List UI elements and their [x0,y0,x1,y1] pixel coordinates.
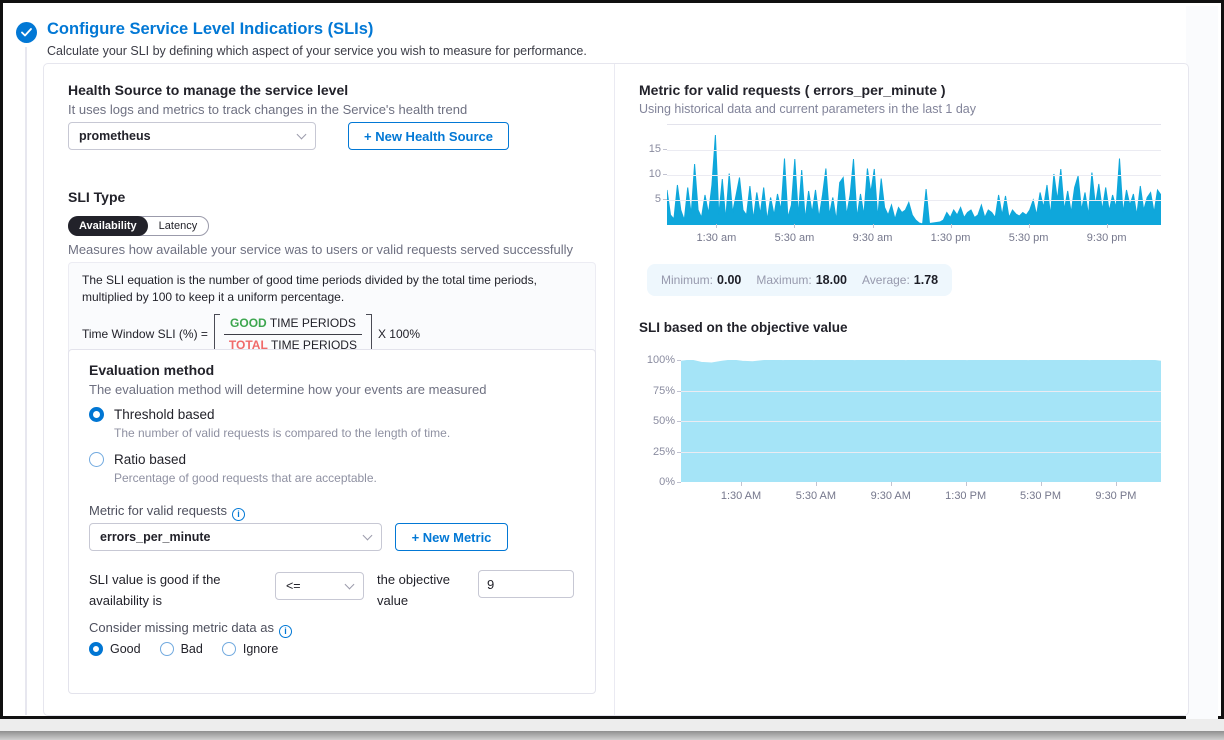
stat-max-value: 18.00 [816,273,847,287]
x-axis-label: 1:30 pm [931,232,971,244]
sli-condition-prefix: SLI value is good if the availability is [89,570,277,612]
threshold-based-label: Threshold based [114,407,215,422]
equation-good-term: GOOD [230,316,267,330]
stat-avg-label: Average: [862,273,910,287]
new-health-source-button[interactable]: + New Health Source [348,122,509,150]
sli-type-toggle: Availability Latency [68,216,209,236]
y-axis-label: 25% [645,446,675,458]
y-axis-label: 0% [645,476,675,488]
metric-timeseries-chart: 510151:30 am5:30 am9:30 am1:30 pm5:30 pm… [639,124,1179,260]
x-axis-label: 1:30 AM [721,490,761,502]
sli-type-option-availability[interactable]: Availability [68,216,148,236]
health-source-title: Health Source to manage the service leve… [68,82,348,98]
y-axis-label: 5 [631,193,661,205]
metric-select[interactable]: errors_per_minute [89,523,382,551]
y-axis-label: 50% [645,415,675,427]
sli-equation-description: The SLI equation is the number of good t… [82,272,582,307]
equation-rhs: X 100% [378,326,420,343]
ratio-based-description: Percentage of good requests that are acc… [114,471,377,485]
metric-panel-subtitle: Using historical data and current parame… [639,102,976,116]
missing-data-label: Consider missing metric data asi [89,620,292,638]
health-source-select-value: prometheus [79,129,151,143]
x-axis-label: 5:30 pm [1009,232,1049,244]
metric-for-valid-requests-label: Metric for valid requestsi [89,503,245,521]
sli-type-label: SLI Type [68,189,125,205]
x-axis-label: 1:30 PM [945,490,986,502]
health-source-select[interactable]: prometheus [68,122,316,150]
stat-avg-value: 1.78 [914,273,938,287]
chevron-down-icon [345,580,355,590]
new-metric-button[interactable]: + New Metric [395,523,508,551]
y-axis-label: 100% [645,354,675,366]
sli-panel-title: SLI based on the objective value [639,320,848,335]
x-axis-label: 5:30 am [775,232,815,244]
right-gutter [1186,6,1218,719]
sli-condition-suffix: the objective value [377,570,463,612]
evaluation-subtitle: The evaluation method will determine how… [89,382,486,397]
x-axis-label: 9:30 pm [1087,232,1127,244]
stat-max-label: Maximum: [756,273,811,287]
missing-data-bad-label: Bad [181,642,203,656]
objective-value-input[interactable] [478,570,574,598]
metric-select-value: errors_per_minute [100,530,210,544]
x-axis-label: 5:30 AM [796,490,836,502]
equation-num-rest: TIME PERIODS [270,316,356,330]
threshold-based-radio[interactable] [89,407,104,422]
missing-data-ignore-radio[interactable] [222,642,236,656]
sli-type-option-latency[interactable]: Latency [148,217,209,235]
sli-type-description: Measures how available your service was … [68,242,573,257]
metric-panel-title: Metric for valid requests ( errors_per_m… [639,82,946,98]
info-icon[interactable]: i [279,625,292,638]
y-axis-label: 10 [631,168,661,180]
check-circle-icon [16,22,37,43]
x-axis-label: 9:30 AM [871,490,911,502]
window-shadow [0,731,1224,740]
missing-data-radio-group: Good Bad Ignore [89,642,278,656]
page-title: Configure Service Level Indicatiors (SLI… [47,20,373,39]
y-axis-label: 75% [645,385,675,397]
sli-config-card: Health Source to manage the service leve… [43,63,1189,716]
equation-lhs: Time Window SLI (%) = [82,326,208,343]
chevron-down-icon [363,531,373,541]
x-axis-label: 1:30 am [697,232,737,244]
health-source-subtitle: It uses logs and metrics to track change… [68,102,467,117]
window-shadow [0,719,1224,731]
sli-area-chart: 0%25%50%75%100%1:30 AM5:30 AM9:30 AM1:30… [639,360,1179,520]
operator-select[interactable]: <= [275,572,364,600]
evaluation-title: Evaluation method [89,362,214,378]
x-axis-label: 9:30 PM [1095,490,1136,502]
x-axis-label: 9:30 am [853,232,893,244]
metric-stats-pill: Minimum: 0.00 Maximum: 18.00 Average: 1.78 [647,264,952,296]
step-connector-line [25,47,27,715]
x-axis-label: 5:30 PM [1020,490,1061,502]
page-subtitle: Calculate your SLI by defining which asp… [47,44,587,58]
evaluation-method-card: Evaluation method The evaluation method … [68,349,596,694]
stat-min-label: Minimum: [661,273,713,287]
ratio-based-label: Ratio based [114,452,186,467]
info-icon[interactable]: i [232,508,245,521]
y-axis-label: 15 [631,143,661,155]
threshold-based-description: The number of valid requests is compared… [114,426,450,440]
stat-min-value: 0.00 [717,273,741,287]
operator-select-value: <= [286,579,301,593]
ratio-based-radio[interactable] [89,452,104,467]
missing-data-ignore-label: Ignore [243,642,278,656]
chevron-down-icon [297,130,307,140]
missing-data-good-radio[interactable] [89,642,103,656]
column-divider [614,64,615,715]
missing-data-good-label: Good [110,642,141,656]
app-window: Configure Service Level Indicatiors (SLI… [0,0,1224,719]
missing-data-bad-radio[interactable] [160,642,174,656]
